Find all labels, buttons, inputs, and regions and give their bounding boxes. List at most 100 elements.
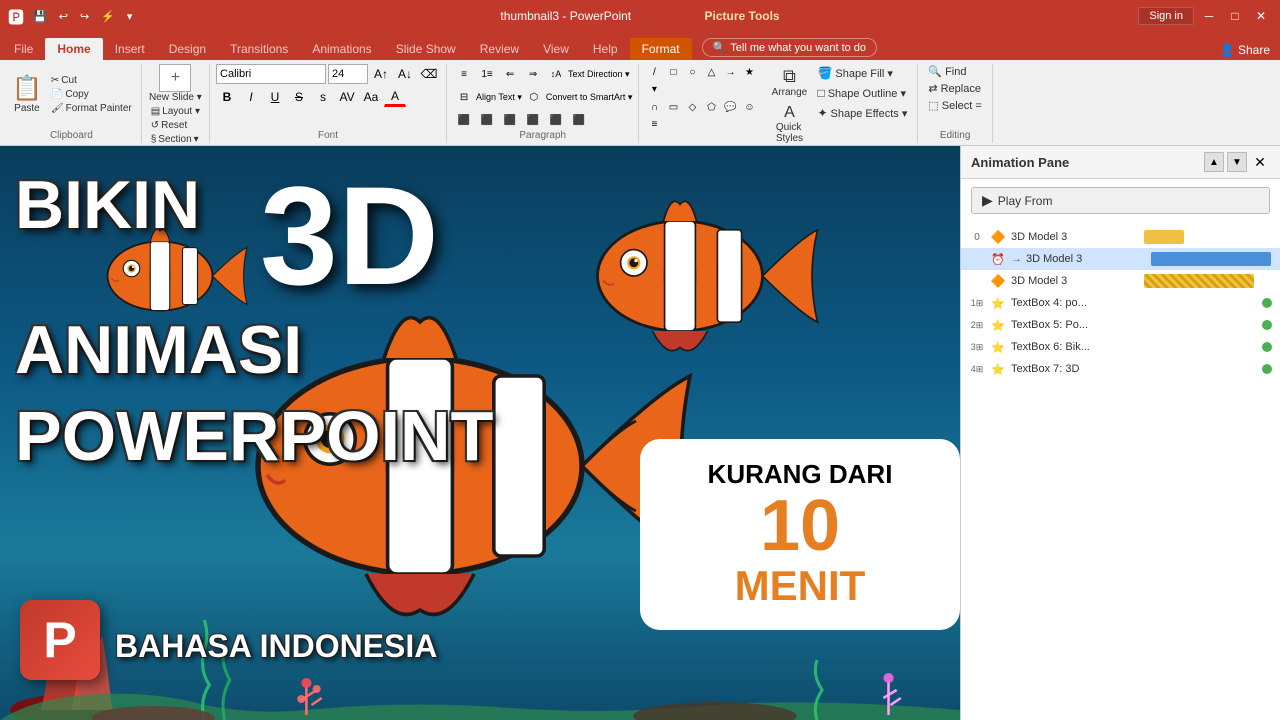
reset-button[interactable]: ↺ Reset — [148, 119, 203, 132]
more-shapes-icon[interactable]: ▾ — [645, 81, 663, 97]
anim-item-6[interactable]: 4⊞ ⭐ TextBox 7: 3D — [961, 358, 1280, 380]
strikethrough-button[interactable]: S — [288, 87, 310, 107]
diamond-icon[interactable]: ◇ — [683, 99, 701, 115]
layout-button[interactable]: ▤ Layout ▾ — [148, 105, 203, 118]
tab-help[interactable]: Help — [581, 38, 630, 60]
select-button[interactable]: ⬚ Select = — [924, 98, 985, 113]
anim-close-button[interactable]: ✕ — [1250, 152, 1270, 172]
rect-icon[interactable]: □ — [664, 64, 682, 80]
bullets-button[interactable]: ≡ — [453, 64, 475, 84]
tab-animations[interactable]: Animations — [300, 38, 383, 60]
smiley-icon[interactable]: ☺ — [740, 99, 758, 115]
line-icon[interactable]: / — [645, 64, 663, 80]
restore-button[interactable]: □ — [1224, 5, 1246, 27]
close-button[interactable]: ✕ — [1250, 5, 1272, 27]
decrease-indent-button[interactable]: ⇐ — [499, 64, 521, 84]
tab-file[interactable]: File — [2, 38, 45, 60]
tab-view[interactable]: View — [531, 38, 581, 60]
convert-smartart-label[interactable]: Convert to SmartArt ▾ — [546, 92, 633, 103]
tab-review[interactable]: Review — [468, 38, 531, 60]
shape-outline-button[interactable]: □ Shape Outline ▾ — [813, 84, 911, 102]
anim-num-0: 0 — [969, 232, 985, 243]
line-spacing-button[interactable]: ⬛ — [568, 110, 590, 130]
new-slide-button[interactable]: + New Slide ▾ — [149, 64, 202, 103]
curve-icon[interactable]: ∩ — [645, 99, 663, 115]
text-direction-label[interactable]: Text Direction ▾ — [568, 69, 630, 80]
convert-smartart-button[interactable]: ⬡ — [523, 87, 545, 107]
change-case-button[interactable]: Aa — [360, 87, 382, 107]
tell-me-text: Tell me what you want to do — [730, 42, 866, 54]
anim-item-5[interactable]: 3⊞ ⭐ TextBox 6: Bik... — [961, 336, 1280, 358]
signin-button[interactable]: Sign in — [1138, 7, 1194, 25]
font-name-input[interactable] — [216, 64, 326, 84]
font-color-button[interactable]: A — [384, 87, 406, 107]
star-shape-icon[interactable]: ★ — [740, 64, 758, 80]
triangle-icon[interactable]: △ — [702, 64, 720, 80]
anim-down-button[interactable]: ▼ — [1227, 152, 1247, 172]
arrow-icon[interactable]: → — [721, 64, 739, 80]
anim-dot-4 — [1262, 320, 1272, 330]
arrange-button[interactable]: ⧉ Arrange — [769, 64, 809, 100]
replace-button[interactable]: ⇄ Replace — [924, 81, 985, 96]
tab-insert[interactable]: Insert — [103, 38, 157, 60]
circle-icon[interactable]: ○ — [683, 64, 701, 80]
redo-button[interactable]: ↪ — [77, 10, 92, 23]
section-button[interactable]: § Section ▾ — [148, 133, 203, 146]
quick-styles-button[interactable]: A QuickStyles — [769, 102, 809, 146]
shape-fill-button[interactable]: 🪣 Shape Fill ▾ — [813, 64, 911, 82]
para-row-3: ⬛ ⬛ ⬛ ⬛ ⬛ ⬛ — [453, 110, 590, 130]
auto-button[interactable]: ⚡ — [98, 10, 118, 23]
increase-size-button[interactable]: A↑ — [370, 64, 392, 84]
minimize-button[interactable]: ─ — [1198, 5, 1220, 27]
shape-effects-button[interactable]: ✦ Shape Effects ▾ — [813, 104, 911, 122]
callout-icon[interactable]: 💬 — [721, 99, 739, 115]
justify-button[interactable]: ⬛ — [522, 110, 544, 130]
italic-button[interactable]: I — [240, 87, 262, 107]
qat-more-button[interactable]: ▾ — [124, 10, 136, 23]
decrease-size-button[interactable]: A↓ — [394, 64, 416, 84]
paste-button[interactable]: 📋 Paste — [8, 72, 46, 116]
text-direction-button[interactable]: ↕A — [545, 64, 567, 84]
kurang-menit: MENIT — [665, 562, 935, 610]
format-painter-button[interactable]: 🖌 Format Painter — [48, 102, 135, 115]
copy-button[interactable]: 📄 Copy — [48, 88, 135, 101]
pentagon-icon[interactable]: ⬠ — [702, 99, 720, 115]
anim-item-1[interactable]: ⏰ → 3D Model 3 — [961, 248, 1280, 270]
bold-button[interactable]: B — [216, 87, 238, 107]
font-spacing-button[interactable]: AV — [336, 87, 358, 107]
anim-item-0[interactable]: 0 🔶 3D Model 3 — [961, 226, 1280, 248]
clear-format-button[interactable]: ⌫ — [418, 64, 440, 84]
play-from-button[interactable]: ▶ Play From — [971, 187, 1270, 214]
increase-indent-button[interactable]: ⇒ — [522, 64, 544, 84]
tell-me-box[interactable]: 🔍 Tell me what you want to do — [702, 38, 877, 57]
numbered-button[interactable]: 1≡ — [476, 64, 498, 84]
find-button[interactable]: 🔍 Find — [924, 64, 970, 79]
anim-bar-striped — [1144, 274, 1254, 288]
align-right-button[interactable]: ⬛ — [499, 110, 521, 130]
tab-transitions[interactable]: Transitions — [218, 38, 300, 60]
font-size-input[interactable] — [328, 64, 368, 84]
align-text-label[interactable]: Align Text ▾ — [476, 92, 522, 103]
tab-slideshow[interactable]: Slide Show — [384, 38, 468, 60]
rounded-rect-icon[interactable]: ▭ — [664, 99, 682, 115]
anim-item-3[interactable]: 1⊞ ⭐ TextBox 4: po... — [961, 292, 1280, 314]
tab-home[interactable]: Home — [45, 38, 102, 60]
undo-button[interactable]: ↩ — [56, 10, 71, 23]
align-text-button[interactable]: ⊟ — [453, 87, 475, 107]
underline-button[interactable]: U — [264, 87, 286, 107]
animation-pane-title: Animation Pane — [971, 155, 1069, 170]
share-button[interactable]: 👤 Share — [1212, 43, 1278, 57]
anim-up-button[interactable]: ▲ — [1204, 152, 1224, 172]
anim-item-4[interactable]: 2⊞ ⭐ TextBox 5: Po... — [961, 314, 1280, 336]
tab-design[interactable]: Design — [157, 38, 218, 60]
center-button[interactable]: ⬛ — [476, 110, 498, 130]
anim-item-2[interactable]: 🔶 3D Model 3 — [961, 270, 1280, 292]
tab-format[interactable]: Format — [630, 38, 692, 60]
save-button[interactable]: 💾 — [30, 10, 50, 23]
more2-shapes-icon[interactable]: ≡ — [645, 116, 663, 132]
align-left-button[interactable]: ⬛ — [453, 110, 475, 130]
columns-button[interactable]: ⬛ — [545, 110, 567, 130]
cut-button[interactable]: ✂ Cut — [48, 74, 135, 87]
shadow-button[interactable]: s — [312, 87, 334, 107]
shape-effects-icon: ✦ — [817, 106, 827, 120]
